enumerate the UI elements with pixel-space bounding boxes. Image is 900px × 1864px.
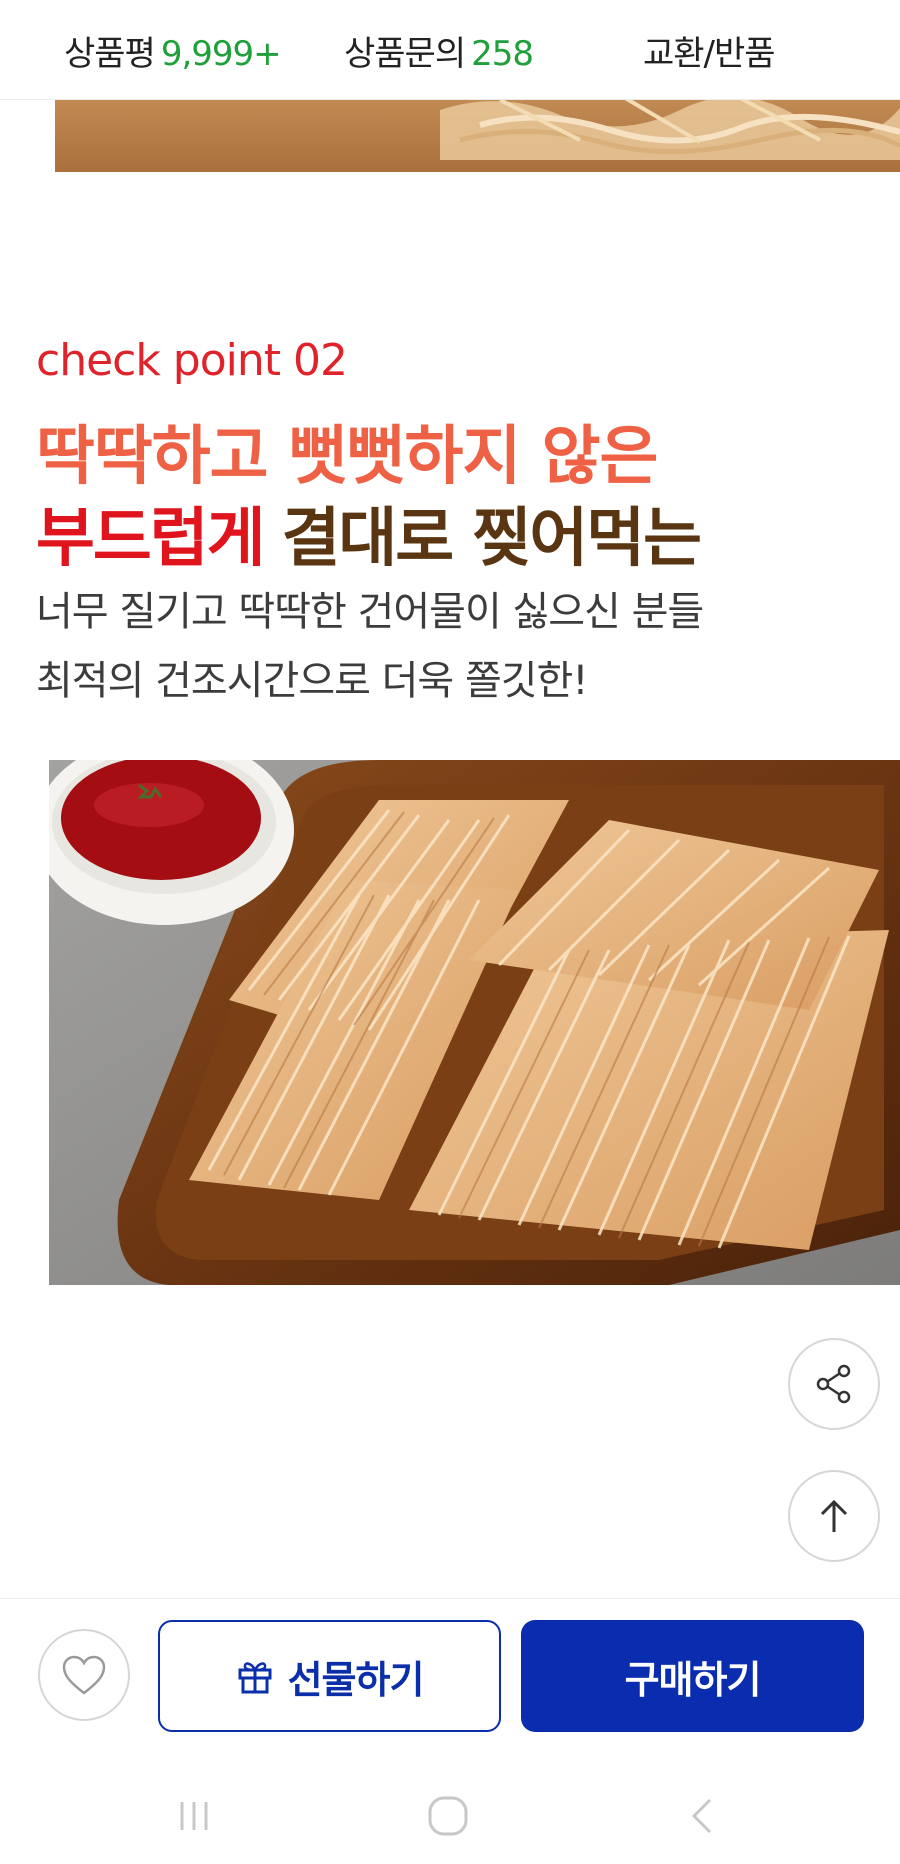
buy-button-label: 구매하기 [624,1657,762,1702]
arrow-up-icon [820,1499,848,1532]
wishlist-button[interactable] [38,1629,130,1721]
headline-highlight-brown: 결대로 찢어먹는 [281,502,702,576]
buy-button[interactable]: 구매하기 [521,1620,864,1732]
share-icon [816,1364,851,1404]
tab-exchange-return[interactable]: 교환/반품 [643,26,776,75]
home-button[interactable] [418,1790,478,1842]
product-photo-top-cropped [55,100,900,172]
tab-reviews-count: 9,999+ [160,34,282,74]
product-photo-main [49,760,900,1285]
system-navigation-bar [0,1768,900,1864]
recent-apps-button[interactable] [164,1790,224,1842]
headline-highlight-red: 부드럽게 [36,502,266,576]
description-line-2: 최적의 건조시간으로 더욱 쫄깃한! [36,658,588,704]
recent-apps-icon [180,1802,208,1830]
tab-reviews-label: 상품평 [64,34,156,74]
tab-qna-count: 258 [471,34,534,74]
scroll-top-button[interactable] [788,1470,880,1562]
gift-icon [238,1662,272,1694]
tab-reviews[interactable]: 상품평 9,999+ [64,26,282,75]
gift-button-label: 선물하기 [287,1657,425,1702]
back-icon [691,1798,712,1834]
share-button[interactable] [788,1338,880,1430]
description-line-1: 너무 질기고 딱딱한 건어물이 싫으신 분들 [36,589,704,635]
tab-qna[interactable]: 상품문의 258 [344,26,534,75]
check-point-label: check point 02 [36,335,348,386]
heart-icon [62,1655,106,1695]
tab-exchange-label: 교환/반품 [643,34,776,74]
headline-line-2: 부드럽게 결대로 찢어먹는 [36,487,702,579]
headline-line-1: 딱딱하고 뻣뻣하지 않은 [36,420,658,494]
product-detail-tabbar: 상품평 9,999+ 상품문의 258 교환/반품 [0,0,900,100]
bottom-action-bar: 선물하기 구매하기 [0,1598,900,1768]
home-icon [428,1796,468,1836]
tab-qna-label: 상품문의 [344,34,466,74]
back-button[interactable] [672,1790,732,1842]
gift-button[interactable]: 선물하기 [158,1620,501,1732]
